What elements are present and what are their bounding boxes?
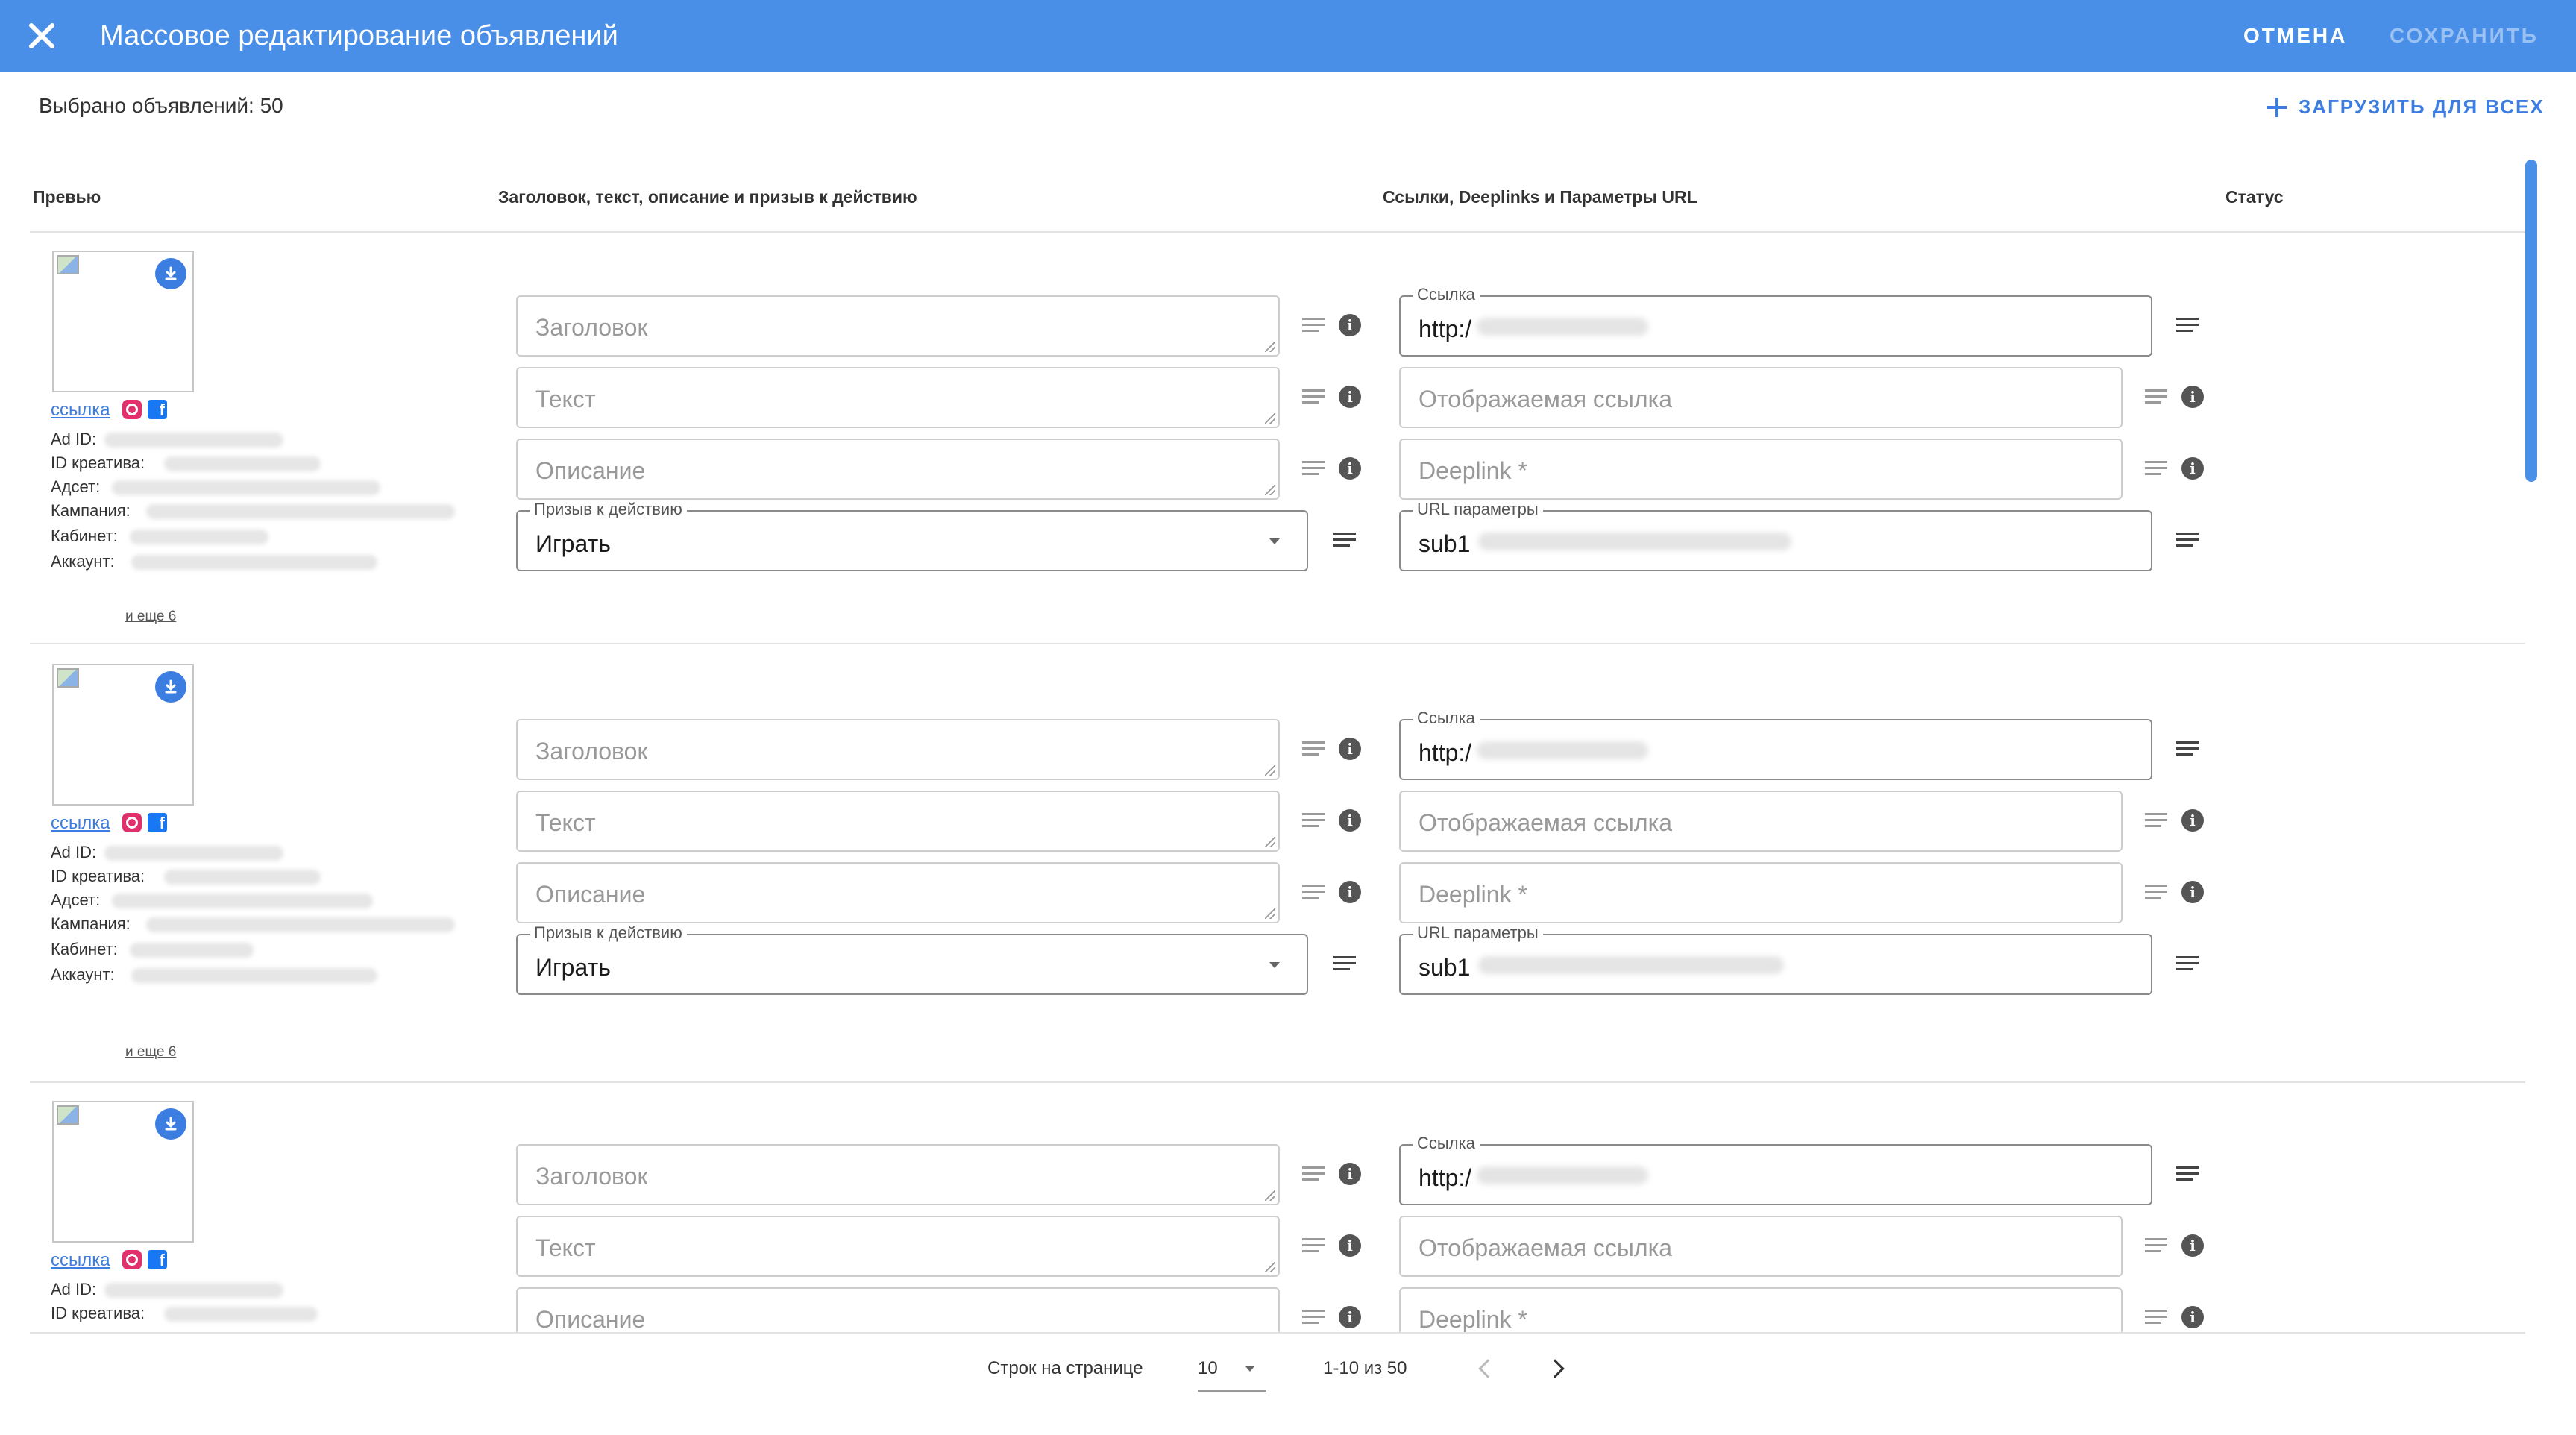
preview-link[interactable]: ссылка xyxy=(51,1250,110,1271)
info-icon[interactable]: i xyxy=(2181,1234,2204,1257)
bulk-edit-page: Массовое редактирование объявлений ОТМЕН… xyxy=(0,0,2576,1435)
footer-divider xyxy=(30,1332,2525,1334)
next-page-icon[interactable] xyxy=(1545,1359,1565,1378)
lines-icon[interactable] xyxy=(2145,1238,2167,1253)
headline-input[interactable]: Заголовок xyxy=(516,1144,1280,1205)
info-icon[interactable]: i xyxy=(1339,1306,1361,1328)
download-icon xyxy=(165,1117,177,1131)
pagination-range: 1-10 из 50 xyxy=(1323,1358,1407,1378)
previous-page-icon[interactable] xyxy=(1478,1359,1498,1378)
instagram-icon xyxy=(122,1250,142,1269)
text-input[interactable]: Текст xyxy=(516,1216,1280,1277)
rows-per-page-label: Строк на странице xyxy=(987,1358,1143,1378)
lines-icon[interactable] xyxy=(1302,1238,1325,1253)
lines-icon[interactable] xyxy=(1302,1166,1325,1181)
meta-ad-id: Ad ID: xyxy=(51,1280,97,1299)
deeplink-input[interactable]: Deeplink * xyxy=(1399,1287,2123,1332)
broken-image-icon xyxy=(57,1105,79,1125)
info-icon[interactable]: i xyxy=(1339,1234,1361,1257)
facebook-icon: f xyxy=(148,1250,167,1269)
lines-icon[interactable] xyxy=(1302,1310,1325,1325)
description-input[interactable]: Описание xyxy=(516,1287,1280,1332)
preview-image[interactable] xyxy=(52,1101,194,1243)
url-input[interactable]: Ссылка http:/ xyxy=(1399,1134,2152,1205)
display-link-input[interactable]: Отображаемая ссылка xyxy=(1399,1216,2123,1277)
info-icon[interactable]: i xyxy=(1339,1163,1361,1185)
table-row: ссылка f Ad ID: ID креатива: Заголовок i… xyxy=(0,0,2576,1332)
meta-creative-id: ID креатива: xyxy=(51,1304,145,1322)
lines-icon[interactable] xyxy=(2176,1166,2199,1181)
blurred-value xyxy=(104,1283,283,1298)
rows-per-page-select[interactable]: 10 xyxy=(1198,1350,1266,1392)
chevron-down-icon xyxy=(1245,1366,1254,1372)
blurred-value xyxy=(164,1307,318,1322)
download-button[interactable] xyxy=(155,1108,186,1140)
lines-icon[interactable] xyxy=(2145,1310,2167,1325)
info-icon[interactable]: i xyxy=(2181,1306,2204,1328)
